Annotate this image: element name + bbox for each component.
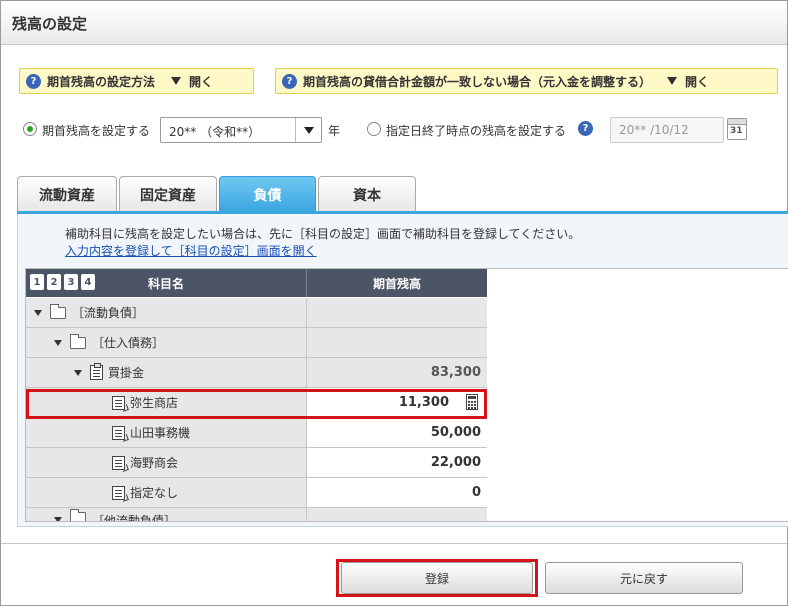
column-header-account: 科目名 [147, 276, 184, 291]
expand-arrow-icon[interactable] [34, 309, 42, 316]
folder-icon [50, 303, 66, 319]
open-account-settings-link[interactable]: 入力内容を登録して［科目の設定］画面を開く [65, 242, 317, 259]
year-select[interactable]: 20** （令和**） [160, 117, 322, 143]
window-title: 残高の設定 [12, 15, 88, 33]
row-label: 海野商会 [130, 456, 179, 470]
sub-account-icon [112, 455, 125, 470]
radio-set-opening-balance-label: 期首残高を設定する [42, 124, 151, 138]
tab-fixed-assets[interactable]: 固定資産 [119, 176, 217, 212]
folder-icon [70, 333, 86, 349]
expand-arrow-icon[interactable] [54, 517, 62, 521]
expand-triangle-icon [667, 77, 678, 85]
balance-input-cell[interactable]: 0 [306, 478, 487, 507]
row-name-cell: 山田事務機 [26, 418, 306, 447]
row-balance-cell [306, 328, 487, 357]
folder-icon [70, 509, 86, 521]
help-label: 期首残高の設定方法 [47, 74, 156, 89]
table-row-partial: ［他流動負債］ [26, 508, 487, 522]
balance-input-cell[interactable]: 22,000 [306, 448, 487, 477]
calendar-icon-number: 31 [730, 126, 743, 136]
balance-grid: 1 2 3 4 科目名 期首残高 ［流動負債］ ［仕入債務］ 買掛金 83,30… [25, 268, 788, 522]
sub-account-icon [112, 395, 125, 410]
question-icon: ? [26, 73, 41, 89]
row-label: 指定なし [130, 486, 179, 500]
tab-liabilities[interactable]: 負債 [219, 176, 316, 212]
help-open-link[interactable]: 開く [189, 73, 213, 90]
tab-capital[interactable]: 資本 [318, 176, 416, 212]
help-open-link[interactable]: 開く [685, 73, 709, 90]
row-label: ［流動負債］ [72, 306, 145, 320]
row-name-cell: ［他流動負債］ [26, 508, 306, 522]
radio-balance-at-date[interactable] [367, 122, 381, 136]
table-row: 山田事務機 50,000 [26, 418, 487, 448]
row-label: 弥生商店 [130, 396, 179, 410]
row-name-cell: ［仕入債務］ [26, 328, 306, 357]
grid-header: 1 2 3 4 科目名 期首残高 [26, 269, 487, 297]
table-row: ［仕入債務］ [26, 328, 487, 358]
account-clipboard-icon [90, 363, 103, 380]
row-balance-cell [306, 298, 487, 327]
help-bar-setup-method[interactable]: ? 期首残高の設定方法 開く [19, 68, 254, 94]
sub-account-icon [112, 425, 125, 440]
table-row: 指定なし 0 [26, 478, 487, 508]
expand-arrow-icon[interactable] [54, 339, 62, 346]
row-name-cell: 弥生商店 [26, 388, 306, 417]
title-bar: 残高の設定 [1, 1, 787, 45]
register-button[interactable]: 登録 [341, 562, 533, 594]
table-row: ［流動負債］ [26, 298, 487, 328]
row-label: 買掛金 [108, 366, 145, 380]
radio-balance-at-date-label: 指定日終了時点の残高を設定する [386, 124, 567, 138]
chevron-down-icon[interactable] [295, 118, 321, 142]
expand-arrow-icon[interactable] [74, 369, 82, 376]
row-label: ［仕入債務］ [92, 336, 165, 350]
calendar-icon-top [728, 119, 746, 125]
revert-button[interactable]: 元に戻す [545, 562, 743, 594]
calendar-icon[interactable]: 31 [727, 118, 747, 140]
date-input-value: 20** /10/12 [619, 123, 689, 137]
row-name-cell: 買掛金 [26, 358, 306, 387]
expand-triangle-icon [171, 77, 182, 85]
help-bar-balance-mismatch[interactable]: ? 期首残高の貸借合計金額が一致しない場合（元入金を調整する） 開く [275, 68, 778, 94]
row-name-cell: 指定なし [26, 478, 306, 507]
balance-input-cell[interactable]: 50,000 [306, 418, 487, 447]
row-label: ［他流動負債］ [92, 514, 177, 522]
year-select-value: 20** （令和**） [169, 125, 261, 139]
table-row: 買掛金 83,300 [26, 358, 487, 388]
tab-current-assets[interactable]: 流動資産 [17, 176, 117, 212]
column-header-balance: 期首残高 [306, 269, 487, 297]
row-name-cell: ［流動負債］ [26, 298, 306, 327]
date-input[interactable]: 20** /10/12 [610, 117, 724, 143]
row-label: 山田事務機 [130, 426, 191, 440]
calculator-icon[interactable] [466, 394, 478, 410]
tab-panel-accent [17, 211, 788, 214]
year-unit-label: 年 [328, 124, 341, 138]
table-row-selected[interactable]: 弥生商店 11,300 [26, 388, 487, 418]
question-icon: ? [282, 73, 297, 89]
question-icon[interactable]: ? [578, 121, 593, 136]
notice-text: 補助科目に残高を設定したい場合は、先に［科目の設定］画面で補助科目を登録してくだ… [65, 227, 581, 241]
sub-account-icon [112, 485, 125, 500]
help-label: 期首残高の貸借合計金額が一致しない場合（元入金を調整する） [303, 74, 652, 89]
radio-set-opening-balance[interactable] [23, 122, 37, 136]
row-balance-cell [306, 508, 487, 521]
table-row: 海野商会 22,000 [26, 448, 487, 478]
row-balance-cell: 83,300 [306, 358, 487, 387]
row-name-cell: 海野商会 [26, 448, 306, 477]
balance-input-cell[interactable]: 11,300 [306, 388, 487, 417]
